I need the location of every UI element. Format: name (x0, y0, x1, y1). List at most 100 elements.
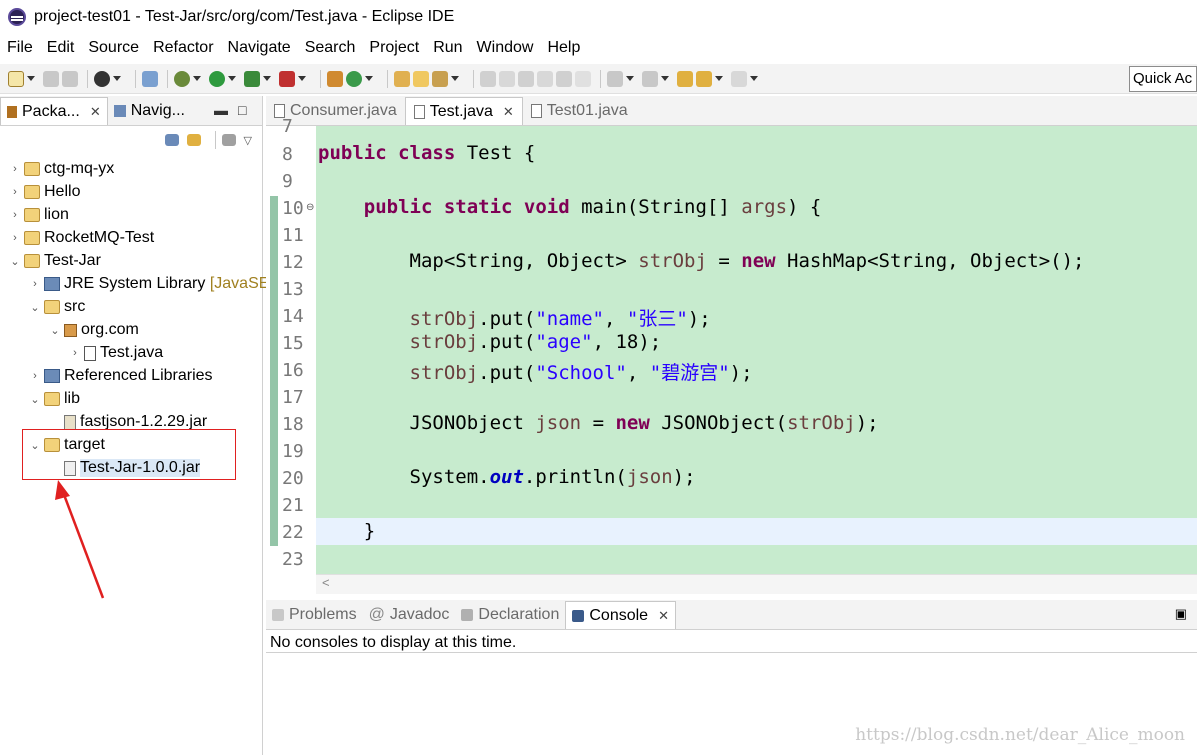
run-icon[interactable] (209, 70, 225, 87)
java-file-icon (413, 104, 425, 119)
word-wrap-icon[interactable] (556, 70, 572, 87)
whitespace-icon[interactable] (575, 70, 591, 87)
menu-refactor[interactable]: Refactor (153, 39, 213, 57)
expand-icon[interactable]: › (8, 186, 22, 198)
back-dropdown-icon[interactable] (715, 76, 723, 81)
forward-icon[interactable] (731, 70, 747, 87)
coverage-icon[interactable] (244, 70, 260, 87)
tab-problems[interactable]: Problems (266, 601, 363, 629)
collapse-icon[interactable]: ⌄ (8, 255, 22, 268)
new-java-class-icon[interactable] (346, 70, 362, 87)
new-icon[interactable] (8, 70, 24, 87)
tab-console[interactable]: Console ✕ (565, 601, 676, 629)
tab-javadoc[interactable]: @ Javadoc (363, 601, 456, 629)
expand-icon[interactable]: › (8, 209, 22, 221)
fold-icon[interactable]: ⊖ (306, 202, 314, 213)
collapse-all-icon[interactable] (164, 134, 179, 146)
tree-item-lib[interactable]: ⌄ lib (28, 388, 80, 410)
tree-item-referenced-libraries[interactable]: › Referenced Libraries (28, 365, 212, 387)
quick-access-input[interactable]: Quick Ac (1129, 66, 1197, 92)
menu-search[interactable]: Search (305, 39, 356, 57)
code-text: HashMap<String, Object>(); (775, 250, 1085, 272)
tree-item-src[interactable]: ⌄ src (28, 296, 85, 318)
forward-dropdown-icon[interactable] (750, 76, 758, 81)
tree-item-rocketmq-test[interactable]: › RocketMQ-Test (8, 227, 154, 249)
perspective-dropdown-icon[interactable] (113, 76, 121, 81)
minimize-icon[interactable]: ▬ (214, 102, 228, 118)
pen-icon[interactable] (499, 70, 515, 87)
expand-icon[interactable]: › (28, 370, 42, 382)
tree-item-lion[interactable]: › lion (8, 204, 69, 226)
skip-breakpoints-icon[interactable] (142, 70, 158, 87)
link-with-editor-icon[interactable] (186, 134, 201, 146)
menu-run[interactable]: Run (433, 39, 462, 57)
last-edit-location-icon[interactable] (677, 70, 693, 87)
tree-item-org-com[interactable]: ⌄ org.com (48, 319, 138, 341)
collapse-icon[interactable]: ⌄ (48, 324, 62, 337)
tree-item-label: lib (64, 390, 81, 407)
tree-item-jre-system-library[interactable]: › JRE System Library [JavaSE (28, 273, 269, 295)
prev-annotation-dropdown-icon[interactable] (661, 76, 669, 81)
prev-annotation-icon[interactable] (642, 70, 658, 87)
close-icon[interactable]: ✕ (503, 104, 514, 120)
menu-navigate[interactable]: Navigate (228, 39, 291, 57)
focus-icon[interactable] (221, 134, 236, 146)
menu-file[interactable]: File (7, 39, 33, 57)
tree-item-hello[interactable]: › Hello (8, 181, 80, 203)
collapse-icon[interactable]: ⌄ (28, 301, 42, 314)
expand-icon[interactable]: › (8, 232, 22, 244)
debug-dropdown-icon[interactable] (193, 76, 201, 81)
external-tools-dropdown-icon[interactable] (298, 76, 306, 81)
expand-icon[interactable]: › (28, 278, 42, 290)
save-all-icon[interactable] (62, 70, 78, 87)
toolbar-separator (87, 69, 88, 88)
new-dropdown-icon[interactable] (27, 76, 35, 81)
line-number: 19 (282, 441, 304, 462)
external-tools-icon[interactable] (279, 70, 295, 87)
menu-project[interactable]: Project (369, 39, 419, 57)
run-dropdown-icon[interactable] (228, 76, 236, 81)
tree-item-test-java[interactable]: › Test.java (68, 342, 163, 364)
scroll-left-icon[interactable]: < (322, 575, 330, 590)
tab-test01-java[interactable]: Test01.java (523, 97, 636, 125)
display-console-icon[interactable]: ▣ (1175, 606, 1187, 622)
next-annotation-icon[interactable] (607, 70, 623, 87)
back-icon[interactable] (696, 70, 712, 87)
open-type-icon[interactable] (394, 70, 410, 87)
tab-package-explorer[interactable]: Packa... ✕ (0, 97, 108, 125)
search-dropdown-icon[interactable] (451, 76, 459, 81)
menu-edit[interactable]: Edit (47, 39, 75, 57)
coverage-dropdown-icon[interactable] (263, 76, 271, 81)
tree-item-ctg-mq-yx[interactable]: › ctg-mq-yx (8, 158, 114, 180)
code-keyword: new (741, 250, 776, 272)
annotation-icon[interactable] (518, 70, 534, 87)
tab-declaration[interactable]: Declaration (455, 601, 565, 629)
close-icon[interactable]: ✕ (90, 104, 101, 120)
menu-window[interactable]: Window (477, 39, 534, 57)
code-editor[interactable]: 7 8 9 10 11 12 13 14 15 16 17 18 19 20 2… (266, 116, 1197, 594)
expand-icon[interactable]: › (68, 347, 82, 359)
new-class-dropdown-icon[interactable] (365, 76, 373, 81)
close-icon[interactable]: ✕ (658, 608, 669, 624)
maximize-icon[interactable]: □ (238, 102, 246, 118)
block-selection-icon[interactable] (537, 70, 553, 87)
search-icon[interactable] (432, 70, 448, 87)
toolbar-separator (214, 131, 216, 149)
horizontal-scrollbar[interactable]: < (316, 574, 1197, 594)
open-task-icon[interactable] (413, 70, 429, 87)
tab-navigator[interactable]: Navig... (108, 97, 191, 125)
tree-item-test-jar[interactable]: ⌄ Test-Jar (8, 250, 101, 272)
expand-icon[interactable]: › (8, 163, 22, 175)
menu-source[interactable]: Source (88, 39, 139, 57)
next-annotation-dropdown-icon[interactable] (626, 76, 634, 81)
menu-help[interactable]: Help (547, 39, 580, 57)
perspective-icon[interactable] (94, 70, 110, 87)
view-menu-icon[interactable]: ▽ (244, 134, 252, 147)
open-console-icon[interactable] (1142, 606, 1158, 622)
save-icon[interactable] (43, 70, 59, 87)
debug-icon[interactable] (174, 70, 190, 87)
new-java-package-icon[interactable] (327, 70, 343, 87)
tab-test-java[interactable]: Test.java ✕ (404, 97, 523, 125)
collapse-icon[interactable]: ⌄ (28, 393, 42, 406)
toggle-mark-icon[interactable] (480, 70, 496, 87)
